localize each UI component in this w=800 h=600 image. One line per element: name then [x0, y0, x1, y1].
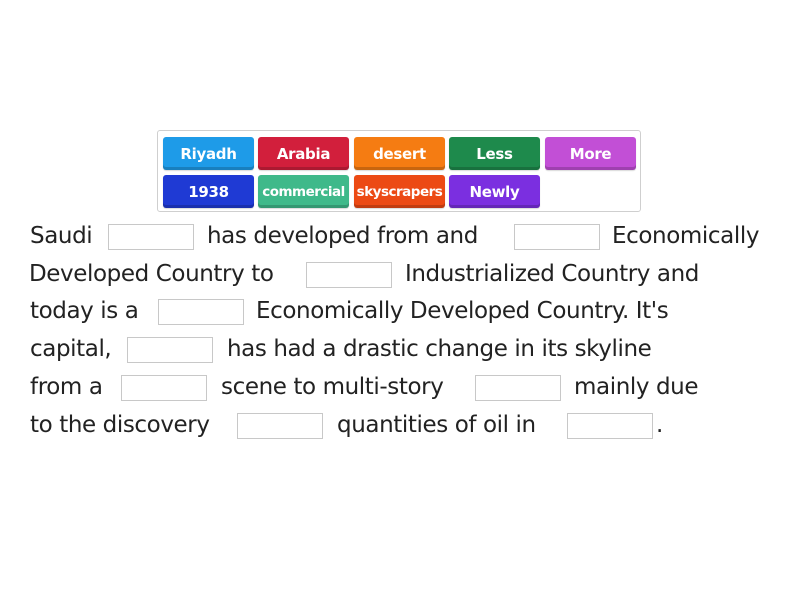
tile-skyscrapers[interactable]: skyscrapers: [354, 175, 445, 208]
blank-drop-zone-8[interactable]: [237, 413, 323, 439]
text-fragment: mainly due: [574, 374, 699, 400]
text-fragment: has developed from and: [207, 223, 478, 249]
tile-1938[interactable]: 1938: [163, 175, 254, 208]
blank-drop-zone-2[interactable]: [514, 224, 600, 250]
text-fragment: Saudi: [30, 223, 93, 249]
text-fragment: today is a: [30, 298, 139, 324]
text-fragment: to the discovery: [30, 412, 210, 438]
blank-drop-zone-4[interactable]: [158, 299, 244, 325]
text-fragment: from a: [30, 374, 103, 400]
text-fragment: scene to multi-story: [221, 374, 444, 400]
text-fragment: capital,: [30, 336, 112, 362]
tile-desert[interactable]: desert: [354, 137, 445, 170]
text-fragment: Economically Developed Country. It's: [256, 298, 669, 324]
text-fragment: has had a drastic change in its skyline: [227, 336, 652, 362]
blank-drop-zone-1[interactable]: [108, 224, 194, 250]
text-fragment: Industrialized Country and: [405, 261, 699, 287]
tile-riyadh[interactable]: Riyadh: [163, 137, 254, 170]
text-fragment: .: [656, 412, 663, 438]
blank-drop-zone-7[interactable]: [475, 375, 561, 401]
text-fragment: Economically: [612, 223, 760, 249]
blank-drop-zone-5[interactable]: [127, 337, 213, 363]
tile-less[interactable]: Less: [449, 137, 540, 170]
text-fragment: Developed Country to: [29, 261, 274, 287]
tile-newly[interactable]: Newly: [449, 175, 540, 208]
tile-arabia[interactable]: Arabia: [258, 137, 349, 170]
blank-drop-zone-3[interactable]: [306, 262, 392, 288]
tile-more[interactable]: More: [545, 137, 636, 170]
blank-drop-zone-6[interactable]: [121, 375, 207, 401]
text-fragment: quantities of oil in: [337, 412, 536, 438]
answer-tile-tray: Riyadh Arabia desert Less More 1938 comm…: [157, 130, 641, 212]
blank-drop-zone-9[interactable]: [567, 413, 653, 439]
tile-commercial[interactable]: commercial: [258, 175, 349, 208]
